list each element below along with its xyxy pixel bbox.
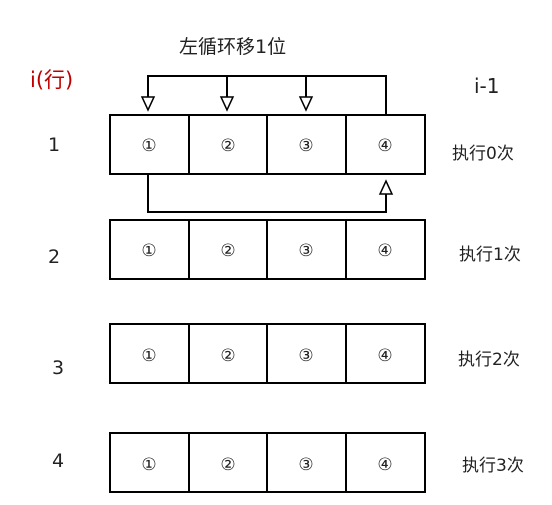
arrow-head-to-cell-4: [378, 179, 394, 195]
row-4-cell-1: ①: [141, 455, 156, 475]
row-1-cell-4: ④: [377, 136, 392, 156]
row-3-cell-4: ④: [377, 346, 392, 366]
row-4-cell-2: ②: [220, 455, 235, 475]
row-2-cell-1: ①: [141, 241, 156, 261]
row-3-array: ① ② ③ ④: [109, 323, 426, 384]
row-2-cell-3: ③: [298, 241, 313, 261]
row-4-array: ① ② ③ ④: [109, 432, 426, 493]
arrow-head-to-cell-3: [298, 96, 314, 112]
top-shift-arrows: [140, 75, 387, 115]
rotation-diagram: ① ② ③ ④ ① ② ③ ④ ① ② ③ ④ ① ② ③ ④: [109, 75, 426, 493]
row-1-cell-3: ③: [298, 136, 313, 156]
row-4-cell-4: ④: [377, 455, 392, 475]
row-1-cell-1: ①: [141, 136, 156, 156]
row-1-array: ① ② ③ ④: [109, 114, 426, 175]
row-4-cell-3: ③: [298, 455, 313, 475]
row-2-cell-4: ④: [377, 241, 392, 261]
row-1-cell-2: ②: [220, 136, 235, 156]
row-3-cell-3: ③: [298, 346, 313, 366]
bottom-wrap-arrow: [147, 174, 394, 213]
row-3-cell-2: ②: [220, 346, 235, 366]
arrow-head-to-cell-2: [219, 96, 235, 112]
row-2-array: ① ② ③ ④: [109, 219, 426, 280]
arrow-head-to-cell-1: [140, 96, 156, 112]
row-3-cell-1: ①: [141, 346, 156, 366]
row-2-cell-2: ②: [220, 241, 235, 261]
